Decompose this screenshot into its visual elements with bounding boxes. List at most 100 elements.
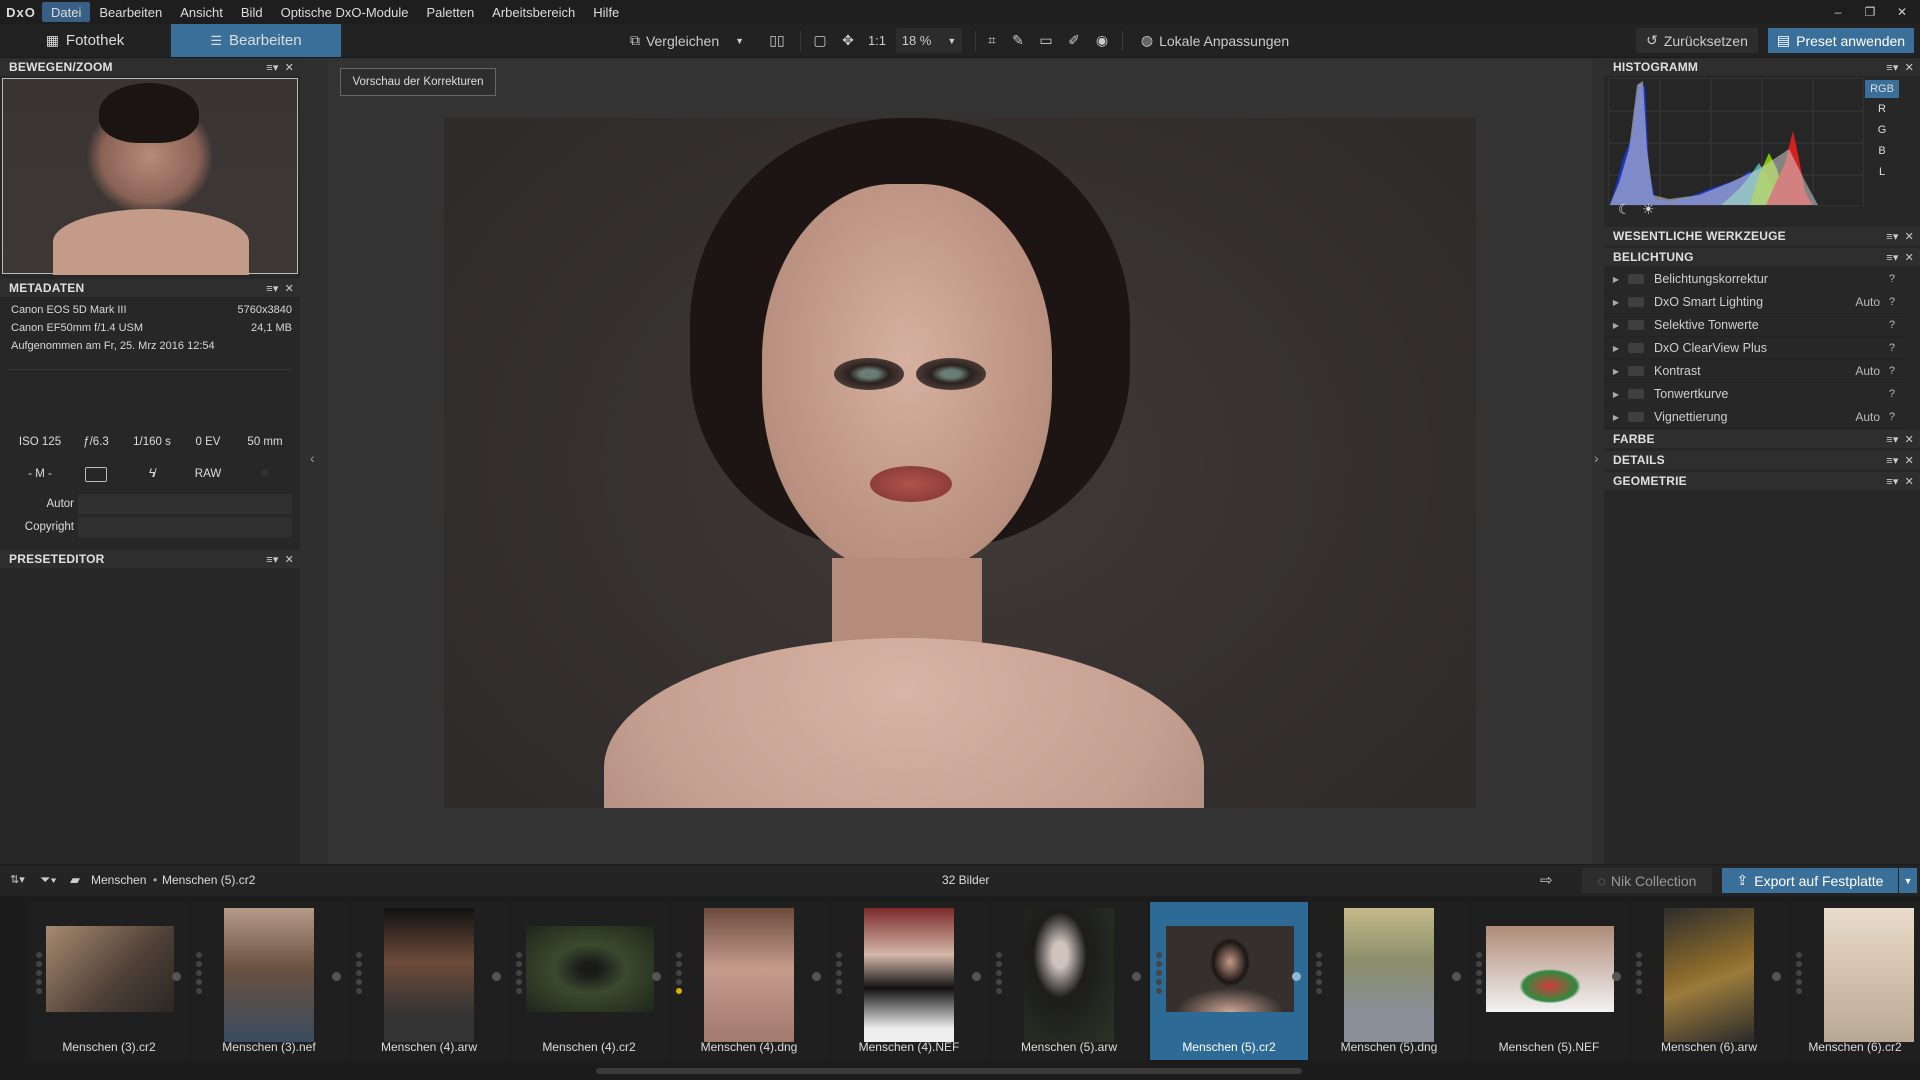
close-icon[interactable]: ✕ [1905, 433, 1914, 446]
histogram-channel-r[interactable]: R [1865, 100, 1899, 118]
preset-editor-header[interactable]: PRESETEDITOR ≡▾ ✕ [0, 550, 300, 568]
reset-button[interactable]: ↺ Zurücksetzen [1636, 28, 1758, 53]
essential-tools-header[interactable]: WESENTLICHE WERKZEUGE ≡▾ ✕ [1604, 227, 1920, 245]
eyedropper-icon[interactable]: ✎ [1007, 28, 1029, 53]
rating-stars[interactable] [1636, 952, 1644, 994]
thumbnail[interactable]: Menschen (6).arw [1630, 902, 1788, 1060]
rating-stars[interactable] [996, 952, 1004, 994]
expand-arrow-icon[interactable]: ▶ [1604, 298, 1628, 307]
navigator-thumbnail[interactable] [2, 78, 298, 275]
geometry-header[interactable]: GEOMETRIE ≡▾ ✕ [1604, 472, 1920, 490]
panel-menu-icon[interactable]: ≡▾ [1886, 454, 1898, 467]
image-viewer[interactable]: Vorschau der Korrekturen [328, 58, 1592, 864]
horizon-icon[interactable]: ▭ [1033, 28, 1059, 53]
color-header[interactable]: FARBE ≡▾ ✕ [1604, 430, 1920, 448]
thumbnail[interactable]: Menschen (4).dng [670, 902, 828, 1060]
scrollbar-thumb[interactable] [596, 1068, 1302, 1074]
move-icon[interactable]: ✥ [836, 28, 860, 53]
panel-menu-icon[interactable]: ≡▾ [1886, 433, 1898, 446]
close-icon[interactable]: ✕ [1905, 230, 1914, 243]
copyright-field[interactable] [78, 517, 292, 537]
menu-bearbeiten[interactable]: Bearbeiten [90, 2, 171, 22]
red-eye-icon[interactable]: ◉ [1090, 28, 1114, 53]
help-icon[interactable]: ? [1889, 273, 1895, 285]
zoom-select[interactable]: 18 % ▼ [896, 28, 962, 53]
move-zoom-header[interactable]: BEWEGEN/ZOOM ≡▾ ✕ [0, 58, 300, 76]
panel-menu-icon[interactable]: ≡▾ [266, 553, 278, 566]
chevron-left-icon[interactable]: ‹ [310, 450, 315, 466]
thumbnail[interactable]: Menschen (5).NEF [1470, 902, 1628, 1060]
highlight-clipping-icon[interactable]: ☀ [1642, 201, 1655, 218]
tool-tonwertkurve[interactable]: ▶ Tonwertkurve ? [1604, 383, 1904, 406]
panel-menu-icon[interactable]: ≡▾ [1886, 475, 1898, 488]
tool-smart-lighting[interactable]: ▶ DxO Smart Lighting Auto ? [1604, 291, 1904, 314]
preview-corrections-button[interactable]: Vorschau der Korrekturen [340, 68, 496, 96]
close-icon[interactable]: ✕ [1905, 251, 1914, 264]
thumbnail-selected[interactable]: Menschen (5).cr2 [1150, 902, 1308, 1060]
rating-stars[interactable] [1476, 952, 1484, 994]
menu-paletten[interactable]: Paletten [417, 2, 483, 22]
crop-icon[interactable]: ⌗ [981, 28, 1003, 53]
exposure-header[interactable]: BELICHTUNG ≡▾ ✕ [1604, 248, 1920, 266]
rating-stars[interactable] [1796, 952, 1804, 994]
menu-dxo-module[interactable]: Optische DxO-Module [272, 2, 418, 22]
local-adjustments-button[interactable]: ◍ Lokale Anpassungen [1130, 28, 1300, 53]
histogram-header[interactable]: HISTOGRAMM ≡▾ ✕ [1604, 58, 1920, 76]
rating-stars[interactable] [1316, 952, 1324, 994]
expand-arrow-icon[interactable]: ▶ [1604, 275, 1628, 284]
panel-menu-icon[interactable]: ≡▾ [266, 282, 278, 295]
sort-icon[interactable]: ⇅▾ [10, 873, 25, 886]
menu-arbeitsbereich[interactable]: Arbeitsbereich [483, 2, 584, 22]
tool-clearview-plus[interactable]: ▶ DxO ClearView Plus ? [1604, 337, 1904, 360]
histogram-channel-g[interactable]: G [1865, 121, 1899, 139]
help-icon[interactable]: ? [1889, 365, 1895, 377]
histogram-channel-b[interactable]: B [1865, 142, 1899, 160]
help-icon[interactable]: ? [1889, 342, 1895, 354]
thumbnail[interactable]: Menschen (4).arw [350, 902, 508, 1060]
help-icon[interactable]: ? [1889, 319, 1895, 331]
help-icon[interactable]: ? [1889, 411, 1895, 423]
left-panel-collapse-grip[interactable]: ‹ [300, 58, 328, 864]
menu-hilfe[interactable]: Hilfe [584, 2, 628, 22]
rating-stars[interactable] [196, 952, 204, 994]
close-button[interactable]: ✕ [1886, 0, 1918, 24]
compare-button[interactable]: ⧉ Vergleichen ▼ [622, 28, 752, 53]
thumbnail[interactable]: Menschen (4).cr2 [510, 902, 668, 1060]
rating-stars[interactable] [1156, 952, 1164, 994]
panel-menu-icon[interactable]: ≡▾ [1886, 61, 1898, 74]
minimize-button[interactable]: – [1822, 0, 1854, 24]
panel-menu-icon[interactable]: ≡▾ [266, 61, 278, 74]
menu-bild[interactable]: Bild [232, 2, 272, 22]
close-icon[interactable]: ✕ [285, 282, 294, 295]
thumbnail[interactable]: Menschen (3).cr2 [30, 902, 188, 1060]
tool-belichtungskorrektur[interactable]: ▶ Belichtungskorrektur ? [1604, 268, 1904, 291]
close-icon[interactable]: ✕ [1905, 475, 1914, 488]
expand-arrow-icon[interactable]: ▶ [1604, 344, 1628, 353]
histogram-channel-rgb[interactable]: RGB [1865, 80, 1899, 98]
metadata-header[interactable]: METADATEN ≡▾ ✕ [0, 279, 300, 297]
thumbnail[interactable]: Menschen (5).dng [1310, 902, 1468, 1060]
export-dropdown[interactable]: ▼ [1899, 868, 1917, 893]
main-photo[interactable] [444, 118, 1476, 808]
tab-fotothek[interactable]: ▦ Fotothek [0, 24, 170, 57]
rating-stars[interactable] [356, 952, 364, 994]
rating-stars[interactable] [516, 952, 524, 994]
author-field[interactable] [78, 494, 292, 514]
export-button[interactable]: ⇪ Export auf Festplatte [1722, 868, 1898, 893]
close-icon[interactable]: ✕ [1905, 454, 1914, 467]
tool-toggle[interactable] [1628, 343, 1644, 353]
split-view-icon[interactable]: ▯▯ [764, 28, 790, 53]
tool-kontrast[interactable]: ▶ Kontrast Auto ? [1604, 360, 1904, 383]
shadow-clipping-icon[interactable]: ☾ [1618, 201, 1631, 218]
tool-toggle[interactable] [1628, 274, 1644, 284]
restore-button[interactable]: ❐ [1854, 0, 1886, 24]
breadcrumb-folder[interactable]: Menschen [91, 873, 146, 887]
details-header[interactable]: DETAILS ≡▾ ✕ [1604, 451, 1920, 469]
nik-collection-button[interactable]: ◌ Nik Collection [1582, 868, 1712, 893]
help-icon[interactable]: ? [1889, 388, 1895, 400]
menu-datei[interactable]: Datei [42, 2, 91, 22]
tool-toggle[interactable] [1628, 412, 1644, 422]
histogram-channel-l[interactable]: L [1865, 163, 1899, 181]
menu-ansicht[interactable]: Ansicht [171, 2, 232, 22]
tool-toggle[interactable] [1628, 320, 1644, 330]
